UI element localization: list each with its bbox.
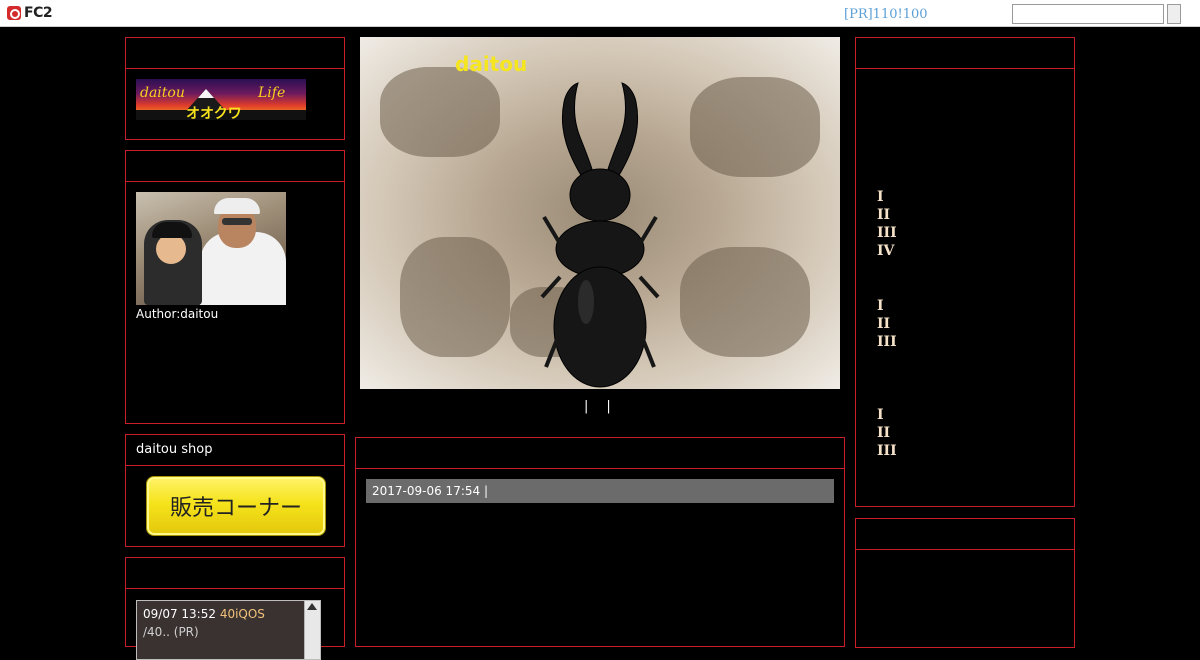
stag-beetle-icon [540,82,660,388]
right-bottom-panel-header [856,519,1074,550]
fc2-icon [7,6,21,20]
author-name: Author:daitou [136,307,219,321]
category-item[interactable]: I [877,297,897,315]
bark-texture [680,247,810,357]
recent-entry: 09/07 13:52 40iQOS [143,607,265,621]
profile-panel: Author:daitou [125,150,345,424]
sales-corner-button[interactable]: 販売コーナー [146,476,326,536]
category-item[interactable]: I [877,188,897,206]
profile-panel-header [126,151,344,182]
fc2-brand-text: FC2 [24,5,53,21]
recent-panel-header [126,558,344,589]
entry-panel: 2017-09-06 17:54 | [355,437,845,647]
recent-entry-time: 09/07 13:52 [143,607,216,621]
avatar-glasses [222,218,252,225]
scroll-up-arrow-icon[interactable] [307,603,317,610]
bark-texture [690,77,820,177]
blog-logo[interactable]: daitou Life オオクワ [136,79,306,120]
avatar-kid-cap [152,222,192,238]
nav-separator: | [606,399,611,414]
entry-date-bar: 2017-09-06 17:54 | [366,479,834,503]
header-image[interactable] [360,37,840,389]
logo-text-center: オオクワ [186,106,242,120]
pr-link[interactable]: [PR]110!100 [844,7,928,22]
mountain-snowcap [198,89,214,98]
category-item[interactable]: III [877,224,897,242]
category-item[interactable]: IV [877,242,897,260]
category-group-1: I II III IV [877,188,897,260]
bark-texture [380,67,500,157]
fc2-top-bar: FC2 [PR]110!100 [0,0,1200,27]
blog-name[interactable]: daitou [455,52,527,76]
recent-entries-panel: 09/07 13:52 40iQOS /40.. (PR) [125,557,345,660]
logo-panel-header [126,38,344,69]
header-nav-separators: | | [584,399,629,414]
recent-scrollbar[interactable] [304,601,320,659]
bark-texture [400,237,510,357]
top-search-input[interactable] [1012,4,1164,24]
category-panel-header [856,38,1074,69]
top-search-button[interactable] [1167,4,1181,24]
shop-panel-title: daitou shop [126,435,344,466]
logo-text-right: Life [258,85,286,101]
recent-entry-more: /40.. (PR) [143,625,199,639]
category-group-2: I II III [877,297,897,351]
category-panel: I II III IV I II III I II III [855,37,1075,507]
avatar-kid-face [156,234,186,264]
entry-title [356,438,844,469]
fc2-logo[interactable]: FC2 [7,5,53,21]
avatar-man-cap [214,198,260,214]
category-item[interactable]: III [877,333,897,351]
category-item[interactable]: I [877,406,897,424]
right-bottom-panel [855,518,1075,648]
author-avatar [136,192,286,305]
category-group-3: I II III [877,406,897,460]
shop-panel: daitou shop 販売コーナー [125,434,345,547]
category-item[interactable]: III [877,442,897,460]
recent-entries-scrollbox[interactable]: 09/07 13:52 40iQOS /40.. (PR) [136,600,321,660]
recent-entry-link[interactable]: 40iQOS [220,607,265,621]
logo-panel: daitou Life オオクワ [125,37,345,140]
category-item[interactable]: II [877,424,897,442]
category-item[interactable]: II [877,206,897,224]
category-item[interactable]: II [877,315,897,333]
nav-separator: | [584,399,589,414]
logo-text-left: daitou [140,85,185,101]
